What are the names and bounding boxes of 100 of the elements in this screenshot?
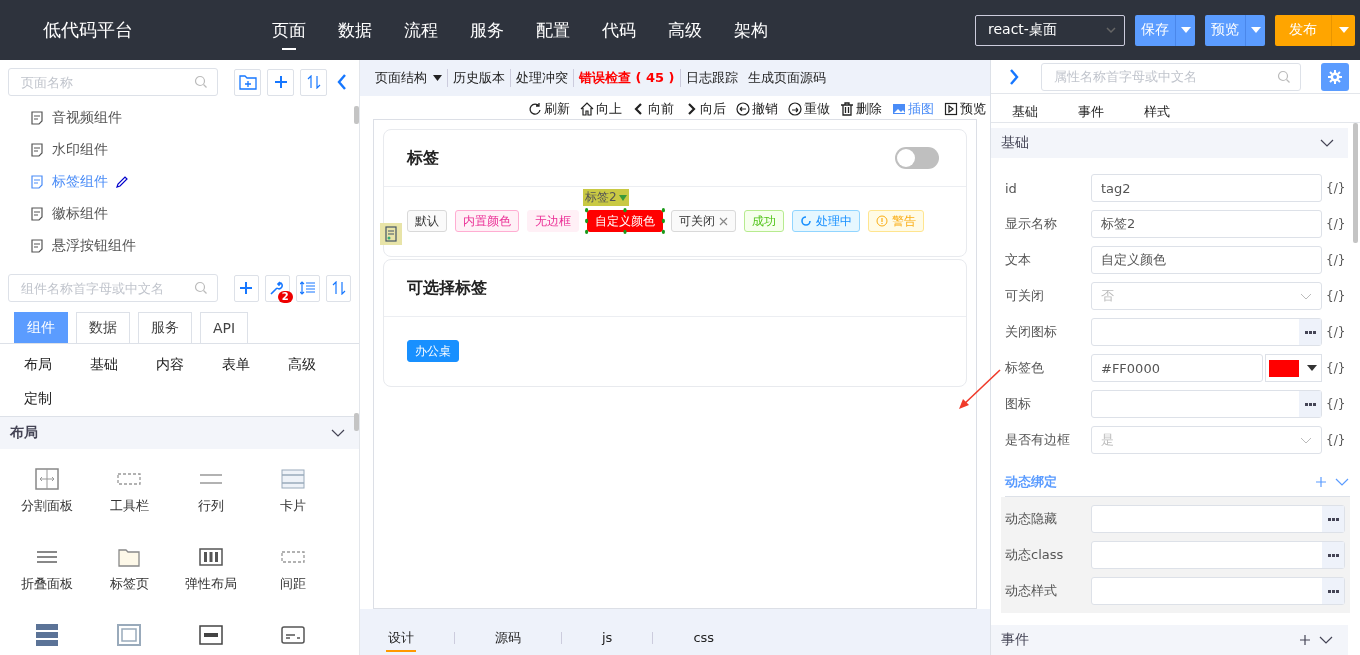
binding-toggle[interactable]: {/} (1326, 181, 1346, 195)
editor-tab[interactable]: css (691, 626, 717, 650)
picker-field[interactable] (1091, 577, 1345, 605)
platform-select[interactable]: react-桌面 (975, 14, 1125, 46)
editor-tab[interactable]: 设计 (386, 624, 416, 652)
sort-button[interactable] (326, 274, 351, 302)
new-folder-button[interactable] (234, 68, 261, 96)
toolbar-button[interactable]: 刷新 (528, 99, 570, 119)
toolbar-button[interactable]: 插图 (892, 99, 934, 119)
menu-item[interactable]: 历史版本 (448, 69, 511, 87)
more-icon[interactable] (1322, 578, 1344, 604)
section-header[interactable]: 事件 (991, 625, 1348, 655)
property-search-field[interactable]: 属性名称首字母或中文名 (1041, 62, 1301, 91)
text-field[interactable]: 标签2 (1091, 210, 1322, 238)
split-panel-icon[interactable] (34, 467, 60, 491)
panel-tab[interactable]: 数据 (76, 312, 130, 343)
nav-tab[interactable]: 架构 (734, 10, 768, 50)
page-item[interactable]: 徽标组件 (0, 198, 345, 230)
editor-tab[interactable]: 源码 (493, 624, 523, 652)
color-picker[interactable] (1265, 354, 1322, 382)
menu-item[interactable]: 生成页面源码 (742, 69, 831, 87)
pencil-icon[interactable] (116, 176, 128, 188)
color-value-field[interactable]: #FF0000 (1091, 354, 1263, 382)
columns-icon[interactable] (198, 545, 224, 569)
menu-item[interactable]: 错误检查 ( 45 ) (574, 69, 681, 87)
add-button[interactable] (267, 68, 294, 96)
outline-icon[interactable] (380, 223, 402, 245)
component-search-field[interactable]: 组件名称首字母或中文名 (8, 274, 218, 302)
scrollbar[interactable] (1353, 123, 1358, 243)
page-item[interactable]: 音视频组件 (0, 102, 345, 134)
nav-tab[interactable]: 配置 (536, 10, 570, 50)
binding-toggle[interactable]: {/} (1326, 325, 1346, 339)
caret-icon[interactable] (618, 194, 627, 201)
binding-toggle[interactable]: {/} (1326, 397, 1346, 411)
category-link[interactable]: 基础 (90, 354, 156, 374)
add-button[interactable] (234, 274, 259, 302)
tag[interactable]: 自定义颜色 (587, 210, 663, 232)
more-icon[interactable] (1322, 506, 1344, 532)
scrollbar[interactable] (354, 413, 359, 431)
menu-item[interactable]: 页面结构 (370, 69, 448, 87)
toolbar-button[interactable]: 删除 (840, 99, 882, 119)
nav-tab[interactable]: 代码 (602, 10, 636, 50)
page-item[interactable]: 悬浮按钮组件 (0, 230, 345, 262)
category-link[interactable]: 布局 (24, 354, 90, 374)
binding-toggle[interactable]: {/} (1326, 217, 1346, 231)
more-icon[interactable] (1299, 319, 1321, 345)
text-field[interactable]: tag2 (1091, 174, 1322, 202)
dropdown-button[interactable] (1245, 14, 1265, 46)
picker-field[interactable] (1091, 541, 1345, 569)
scrollbar[interactable] (354, 106, 359, 124)
property-tab[interactable]: 基础 (1012, 102, 1038, 122)
expand-right-icon[interactable] (1009, 68, 1019, 85)
panel-tab[interactable]: API (200, 312, 249, 343)
menu-item[interactable]: 处理冲突 (511, 69, 574, 87)
indent-button[interactable] (295, 274, 321, 302)
toolbar-button[interactable]: 向前 (632, 99, 674, 119)
editor-tab[interactable]: js (600, 626, 615, 650)
toolbar-button[interactable]: 撤销 (736, 99, 778, 119)
binding-toggle[interactable]: {/} (1326, 361, 1346, 375)
category-link[interactable]: 内容 (156, 354, 222, 374)
nav-tab[interactable]: 数据 (338, 10, 372, 50)
text-field[interactable]: 自定义颜色 (1091, 246, 1322, 274)
property-tab[interactable]: 样式 (1144, 102, 1170, 122)
page-search-field[interactable]: 页面名称 (8, 68, 218, 96)
picker-field[interactable] (1091, 505, 1345, 533)
nav-tab[interactable]: 服务 (470, 10, 504, 50)
section-header[interactable]: 基础 (991, 128, 1348, 158)
stacked-rows-icon[interactable] (34, 623, 60, 647)
page-item[interactable]: 水印组件 (0, 134, 345, 166)
toolbar-button[interactable]: 预览 (944, 99, 986, 119)
dropdown-button[interactable] (1175, 14, 1195, 46)
tag[interactable]: 默认 (407, 210, 447, 232)
tag[interactable]: 无边框 (527, 210, 579, 232)
frame-icon[interactable] (116, 623, 142, 647)
settings-button[interactable] (1321, 62, 1349, 91)
selection-label[interactable]: 标签2 (583, 189, 629, 206)
tag[interactable]: 可关闭 (671, 210, 736, 232)
dropdown-button[interactable] (1331, 14, 1355, 46)
tag[interactable]: 内置颜色 (455, 210, 519, 232)
sort-button[interactable] (300, 68, 327, 96)
picker-field[interactable] (1091, 390, 1322, 418)
close-icon[interactable] (719, 216, 728, 226)
box-icon[interactable] (198, 623, 224, 647)
collapse-left-icon[interactable] (337, 74, 347, 90)
toggle-switch[interactable] (895, 147, 939, 169)
wrench-button[interactable]: 2 (264, 274, 290, 302)
add-collapse-icon[interactable] (1316, 476, 1350, 488)
category-link[interactable]: 定制 (24, 388, 90, 408)
nav-tab[interactable]: 高级 (668, 10, 702, 50)
property-tab[interactable]: 事件 (1078, 102, 1104, 122)
nav-tab[interactable]: 流程 (404, 10, 438, 50)
toolbar-button[interactable]: 向上 (580, 99, 622, 119)
card-icon[interactable] (280, 467, 306, 491)
more-icon[interactable] (1299, 391, 1321, 417)
toolbar-button[interactable]: 重做 (788, 99, 830, 119)
section-header[interactable]: 布局 (0, 417, 359, 449)
picker-field[interactable] (1091, 318, 1322, 346)
category-link[interactable]: 高级 (288, 354, 354, 374)
category-link[interactable]: 表单 (222, 354, 288, 374)
more-icon[interactable] (1322, 542, 1344, 568)
